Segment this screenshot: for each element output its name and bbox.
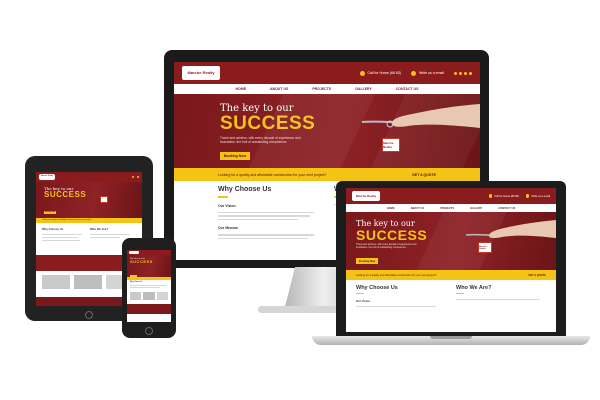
get-quote-link[interactable]: GET A QUOTE xyxy=(528,274,546,277)
nav-home[interactable]: HOME xyxy=(236,87,247,91)
nav-projects[interactable]: PROJECTS xyxy=(312,87,331,91)
house-keychain-tag xyxy=(100,196,108,203)
youtube-icon[interactable] xyxy=(469,71,472,75)
nav-contact[interactable]: CONTACT US xyxy=(498,207,515,210)
nav-about[interactable]: ABOUT US xyxy=(270,87,288,91)
nav-contact[interactable]: CONTACT US xyxy=(396,87,419,91)
nav-about[interactable]: ABOUT US xyxy=(411,207,425,210)
why-choose-title: Why Choose Us xyxy=(42,227,64,231)
quote-band-text: Looking for a quality and affordable con… xyxy=(356,273,437,277)
hand-key-image xyxy=(465,220,556,239)
booking-button[interactable]: Booking Now xyxy=(356,258,378,265)
nav-home[interactable]: HOME xyxy=(387,207,395,210)
tablet-home-button xyxy=(85,311,93,319)
why-choose-title: Why Choose Us xyxy=(356,285,398,291)
call-label: Call for Home (66 83) xyxy=(494,194,519,198)
nav-gallery[interactable]: GALLERY xyxy=(355,87,372,91)
site-logo: Marche Realty xyxy=(182,66,220,80)
quote-band-text: Looking for a quality and affordable con… xyxy=(218,172,327,177)
mail-icon xyxy=(137,176,139,178)
site-logo xyxy=(129,251,139,254)
who-title: Who We Are? xyxy=(90,227,109,231)
laptop-notch xyxy=(430,336,472,339)
hand-key-image xyxy=(361,104,480,128)
nav-projects[interactable]: PROJECTS xyxy=(440,207,454,210)
phone-site: The key to our SUCCESS Why Choose Us xyxy=(127,250,171,322)
laptop-site: Marche Realty Call for Home (66 83) Writ… xyxy=(346,188,556,332)
vision-title: Our Vision xyxy=(356,299,371,304)
why-choose-title: Why Choose Us xyxy=(218,186,272,193)
hero-big-heading: SUCCESS xyxy=(130,259,153,264)
get-quote-link[interactable]: GET A QUOTE xyxy=(412,173,436,177)
who-title: Who We Are? xyxy=(456,285,492,291)
site-logo: Marche Realty xyxy=(39,174,55,180)
quote-band-text: Looking for a quality and affordable con… xyxy=(42,220,92,221)
hero-description: Travel and achieve, with every decade of… xyxy=(356,242,417,249)
write-label: Write us a email xyxy=(418,71,444,75)
hero-section: The key to our SUCCESS Travel and achiev… xyxy=(174,94,480,168)
nav-gallery[interactable]: GALLERY xyxy=(470,207,482,210)
call-label: Call for Home (66 83) xyxy=(367,71,401,75)
facebook-icon[interactable] xyxy=(454,71,457,75)
quote-band: Looking for a quality and affordable con… xyxy=(174,168,480,181)
instagram-icon[interactable] xyxy=(464,71,467,75)
mail-icon xyxy=(525,194,530,198)
responsive-mockup-stage: Marche Realty Call for Home (66 83) Writ… xyxy=(0,0,600,400)
phone-home-button xyxy=(145,327,153,335)
call-info: Call for Home (66 83) xyxy=(359,70,401,76)
booking-button[interactable]: Booking Now xyxy=(220,152,250,161)
twitter-icon[interactable] xyxy=(459,71,462,75)
why-choose-title: Why Choose Us xyxy=(130,282,143,283)
phone-icon xyxy=(132,176,134,178)
vision-title: Our Vision xyxy=(218,203,236,208)
house-keychain-tag: Marche Realty xyxy=(478,242,492,253)
site-logo: Marche Realty xyxy=(352,191,380,201)
booking-button[interactable] xyxy=(130,275,137,277)
booking-button[interactable]: Booking Now xyxy=(44,211,56,214)
social-icons xyxy=(454,71,472,76)
hero-big-heading: SUCCESS xyxy=(44,190,87,199)
site-topbar: Marche Realty Call for Home (66 83) Writ… xyxy=(174,62,480,84)
house-keychain-tag: Marche Realty xyxy=(382,138,400,152)
email-info: Write us a email xyxy=(410,70,444,76)
mail-icon xyxy=(410,70,416,76)
mission-title: Our Mission xyxy=(218,226,239,230)
write-label: Write us a email xyxy=(531,194,550,198)
phone-icon xyxy=(359,70,365,76)
main-nav: HOME ABOUT US PROJECTS GALLERY CONTACT U… xyxy=(174,84,480,94)
phone-icon xyxy=(488,194,493,198)
